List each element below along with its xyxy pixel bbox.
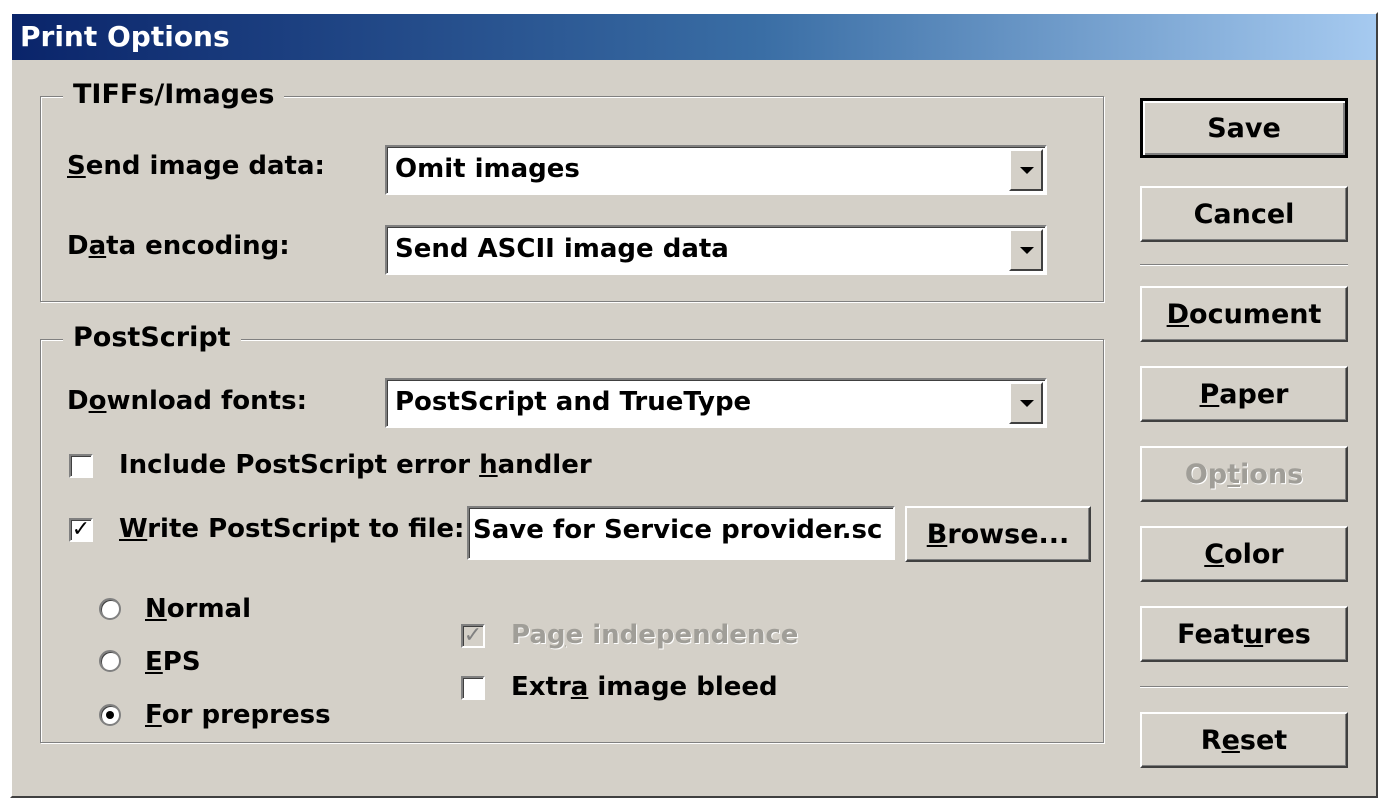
- save-button[interactable]: Save: [1140, 98, 1348, 158]
- error-handler-label[interactable]: Include PostScript error handler: [119, 448, 592, 482]
- data-encoding-label: Data encoding:: [67, 231, 290, 261]
- download-fonts-select[interactable]: PostScript and TrueType: [385, 378, 1047, 428]
- chevron-down-icon[interactable]: [1009, 229, 1043, 271]
- separator: [1140, 264, 1348, 266]
- eps-radio[interactable]: [99, 650, 121, 672]
- postscript-legend: PostScript: [63, 320, 241, 356]
- output-file-value: Save for Service provider.sc: [473, 515, 883, 545]
- tiffs-images-group: TIFFs/Images Send image data: Omit image…: [40, 77, 1104, 302]
- error-handler-checkbox[interactable]: [69, 454, 93, 478]
- features-button[interactable]: Feat u res: [1140, 606, 1348, 662]
- download-fonts-label: Download fonts:: [67, 386, 307, 416]
- download-fonts-value: PostScript and TrueType: [395, 387, 752, 417]
- normal-radio[interactable]: [99, 598, 121, 620]
- data-encoding-select[interactable]: Send ASCII image data: [385, 225, 1047, 275]
- reset-button[interactable]: Re set: [1140, 712, 1348, 768]
- postscript-group: PostScript Download fonts: PostScript an…: [40, 320, 1104, 743]
- chevron-down-icon[interactable]: [1009, 382, 1043, 424]
- extra-image-bleed-label[interactable]: Extra image bleed: [511, 670, 778, 704]
- cancel-button[interactable]: Cancel: [1140, 186, 1348, 242]
- eps-label[interactable]: EPS: [145, 645, 201, 679]
- normal-label[interactable]: Normal: [145, 592, 251, 626]
- output-file-input[interactable]: Save for Service provider.sc: [467, 506, 895, 560]
- for-prepress-radio[interactable]: [99, 704, 121, 726]
- send-image-data-label: Send image data:: [67, 151, 325, 181]
- write-to-file-label[interactable]: Write PostScript to file:: [119, 512, 464, 546]
- data-encoding-value: Send ASCII image data: [395, 234, 729, 264]
- title-bar[interactable]: Print Options: [12, 14, 1376, 60]
- extra-image-bleed-checkbox[interactable]: [461, 676, 485, 700]
- tiffs-images-legend: TIFFs/Images: [63, 77, 285, 113]
- send-image-data-select[interactable]: Omit images: [385, 145, 1047, 195]
- options-button: Op t ions: [1140, 446, 1348, 502]
- for-prepress-label[interactable]: For prepress: [145, 698, 331, 732]
- separator: [1140, 686, 1348, 688]
- print-options-dialog: Print Options TIFFs/Images Send image da…: [10, 12, 1378, 798]
- write-to-file-checkbox[interactable]: ✓: [69, 518, 93, 542]
- browse-button[interactable]: Browse...: [905, 506, 1091, 562]
- chevron-down-icon[interactable]: [1009, 149, 1043, 191]
- paper-button[interactable]: Paper: [1140, 366, 1348, 422]
- send-image-data-value: Omit images: [395, 154, 580, 184]
- page-independence-checkbox: ✓: [461, 624, 485, 648]
- dialog-title: Print Options: [20, 20, 230, 53]
- page-independence-label: Page independence: [511, 620, 799, 650]
- color-button[interactable]: Color: [1140, 526, 1348, 582]
- document-button[interactable]: Document: [1140, 286, 1348, 342]
